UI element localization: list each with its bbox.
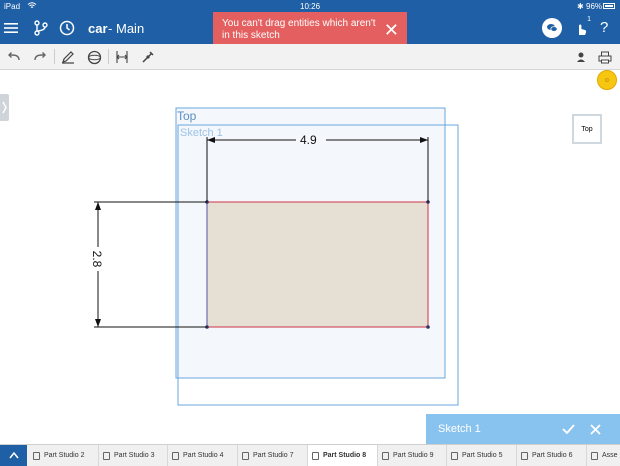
tab-label: Part Studio 5 <box>462 452 503 459</box>
tab-part-studio[interactable]: Part Studio 2 <box>29 445 99 466</box>
part-studio-icon <box>33 451 40 460</box>
part-studio-icon <box>103 451 110 460</box>
wifi-icon <box>27 1 37 12</box>
tab-label: Part Studio 6 <box>532 452 573 459</box>
tab-part-studio[interactable]: Part Studio 5 <box>447 445 517 466</box>
toast-message: You can't drag entities which aren't in … <box>222 18 376 41</box>
battery-icon <box>603 3 615 9</box>
bluetooth-icon: ✱ <box>577 2 584 11</box>
tab-bar-toggle[interactable] <box>0 445 27 466</box>
tab-label: Part Studio 4 <box>183 452 224 459</box>
dimension-tool-icon[interactable] <box>113 48 131 66</box>
part-studio-icon <box>242 451 249 460</box>
rectangle-region[interactable] <box>207 202 428 327</box>
sketch-label: Sketch 1 <box>180 127 223 139</box>
toolbar-divider <box>54 49 55 64</box>
redo-icon[interactable] <box>31 48 49 66</box>
sketch-toolbar <box>0 44 620 70</box>
tab-part-studio-active[interactable]: Part Studio 8 <box>308 445 378 466</box>
help-icon[interactable]: ? <box>600 19 608 36</box>
tab-label: Part Studio 7 <box>253 452 294 459</box>
tab-label: Part Studio 9 <box>393 452 434 459</box>
corner-point[interactable] <box>426 325 430 329</box>
tab-part-studio[interactable]: Part Studio 9 <box>378 445 447 466</box>
printer-icon[interactable] <box>596 48 614 66</box>
battery-percent: 96% <box>586 2 603 11</box>
constraint-tool-icon[interactable] <box>139 48 157 66</box>
history-icon[interactable] <box>57 18 77 38</box>
close-icon[interactable]: ✕ <box>384 21 399 39</box>
tab-label: Part Studio 8 <box>323 452 367 459</box>
tab-label: Asse <box>602 452 618 459</box>
chat-icon[interactable] <box>542 18 562 38</box>
menu-icon[interactable] <box>2 19 20 37</box>
device-label: iPad <box>4 2 21 11</box>
part-studio-icon <box>382 451 389 460</box>
status-time: 10:26 <box>300 2 321 11</box>
sketch-feature-panel: Sketch 1 <box>426 414 620 445</box>
width-dimension[interactable]: 4.9 <box>300 133 317 147</box>
sketch-panel-title: Sketch 1 <box>438 423 481 435</box>
height-dimension[interactable]: 2.8 <box>90 247 104 271</box>
title-separator: - <box>108 21 113 36</box>
part-studio-icon <box>521 451 528 460</box>
cancel-x-icon[interactable] <box>586 420 604 438</box>
branch-icon[interactable] <box>31 18 51 38</box>
branch-name[interactable]: Main <box>116 21 144 36</box>
part-studio-icon <box>451 451 458 460</box>
view-cube[interactable]: Top <box>572 114 602 144</box>
document-name[interactable]: car <box>88 21 108 36</box>
notification-count: 1 <box>587 16 591 23</box>
tab-part-studio[interactable]: Part Studio 6 <box>517 445 587 466</box>
part-studio-icon <box>172 451 179 460</box>
tab-part-studio[interactable]: Part Studio 4 <box>168 445 238 466</box>
assembly-icon <box>591 451 598 460</box>
part-studio-icon <box>312 451 319 460</box>
graphics-canvas[interactable]: Top Sketch 1 4.9 2.8 <box>0 70 620 440</box>
sketch-pencil-icon[interactable] <box>59 48 77 66</box>
tab-part-studio[interactable]: Part Studio 3 <box>99 445 168 466</box>
rewards-badge-icon[interactable]: ☺ <box>597 70 617 90</box>
touch-gesture-icon[interactable]: 1 <box>571 16 591 38</box>
confirm-check-icon[interactable] <box>559 420 577 438</box>
appearance-icon[interactable] <box>572 48 590 66</box>
tab-assembly[interactable]: Asse <box>587 445 620 466</box>
arrowhead <box>95 319 101 327</box>
tab-bar: Part Studio 2 Part Studio 3 Part Studio … <box>0 444 620 466</box>
toolbar-divider <box>108 49 109 64</box>
tab-label: Part Studio 3 <box>114 452 155 459</box>
plane-label: Top <box>177 109 197 123</box>
view-sphere-icon[interactable] <box>85 48 103 66</box>
tab-part-studio[interactable]: Part Studio 7 <box>238 445 308 466</box>
undo-icon[interactable] <box>5 48 23 66</box>
view-cube-face[interactable]: Top <box>581 126 592 133</box>
arrowhead <box>95 202 101 210</box>
feature-list-toggle[interactable] <box>0 94 9 121</box>
tab-label: Part Studio 2 <box>44 452 85 459</box>
